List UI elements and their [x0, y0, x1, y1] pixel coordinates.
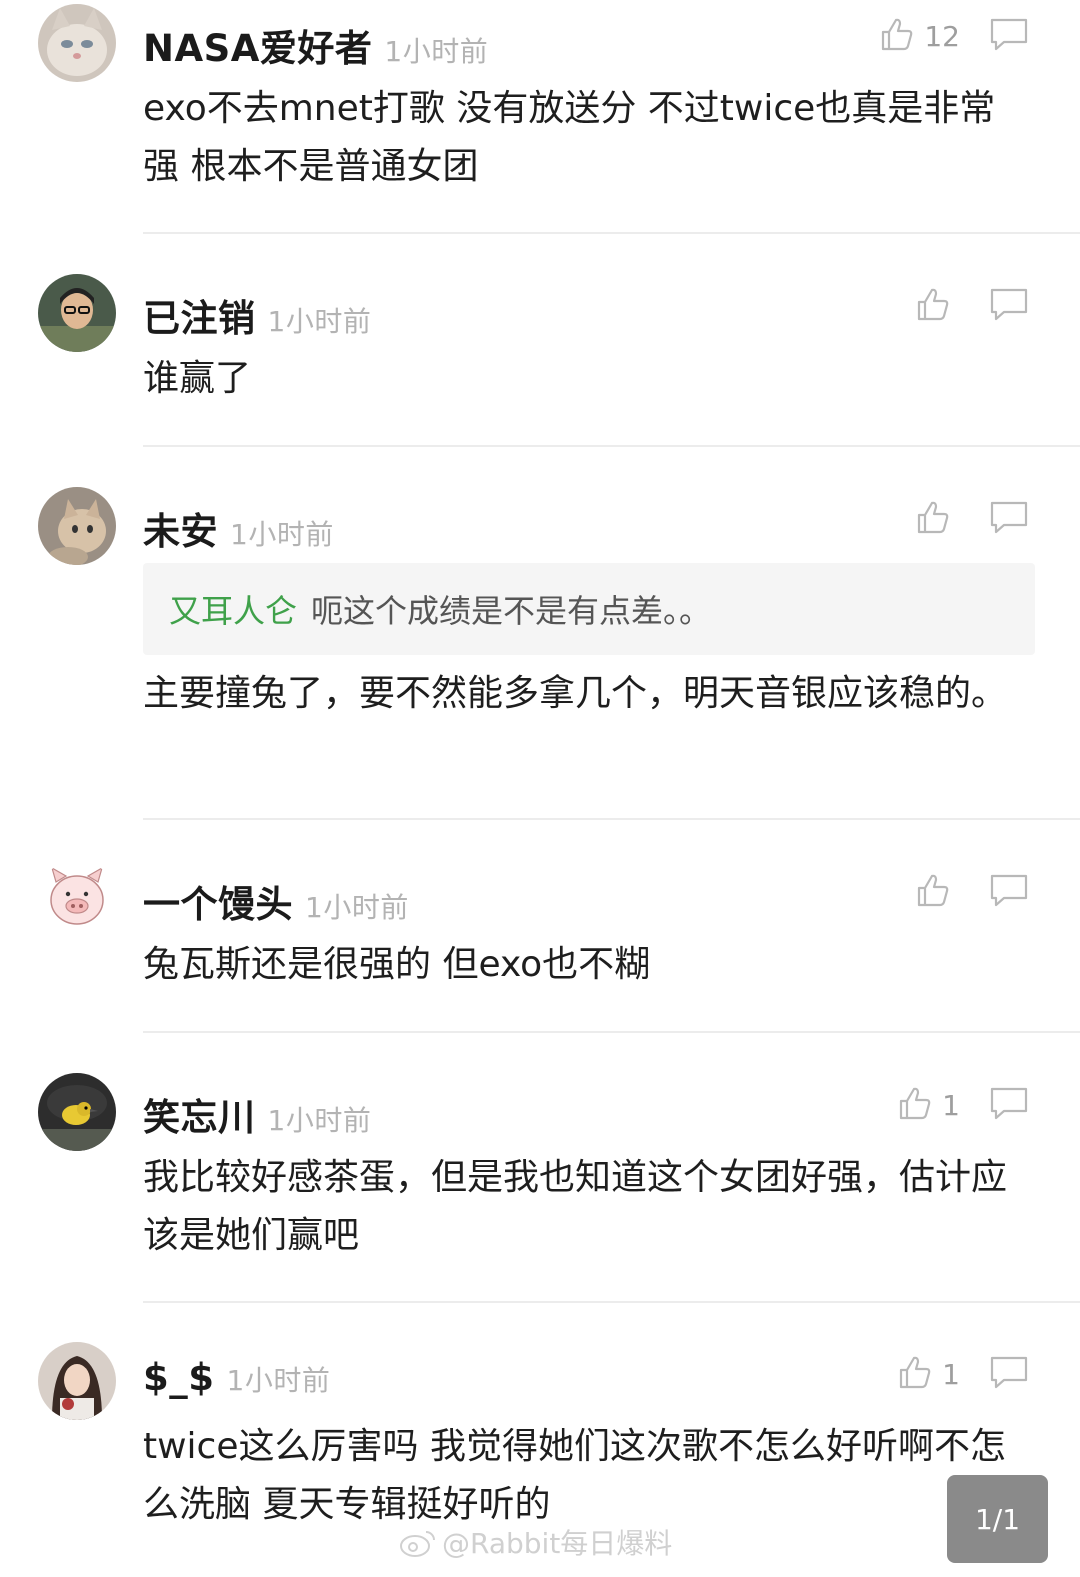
comment-time: 1小时前: [384, 35, 489, 68]
thumbs-up-icon: [912, 284, 952, 328]
comment-text: 主要撞兔了，要不然能多拿几个，明天音银应该稳的。: [143, 673, 1008, 714]
comment-bubble-icon: [988, 1087, 1030, 1126]
comment-header: NASA爱好者 1小时前: [143, 18, 488, 72]
comment-text: 谁赢了: [143, 358, 252, 399]
like-count: 1: [942, 1357, 960, 1391]
reply-button[interactable]: [988, 1353, 1030, 1395]
comment-time: 1小时前: [230, 518, 334, 551]
username[interactable]: 未安: [143, 510, 218, 553]
comment-header: 未安 1小时前: [143, 501, 334, 555]
user-avatar[interactable]: [38, 860, 116, 938]
divider: [143, 445, 1080, 447]
user-avatar[interactable]: [38, 1342, 116, 1420]
comment-bubble-icon: [988, 501, 1030, 540]
comment-bubble-icon: [988, 288, 1030, 327]
weibo-logo-icon: [400, 1531, 435, 1557]
username[interactable]: 笑忘川: [143, 1096, 256, 1139]
username[interactable]: $_$: [143, 1356, 215, 1399]
comment-actions: 1: [894, 1081, 1030, 1129]
like-button[interactable]: [912, 497, 960, 541]
watermark: @Rabbit每日爆料: [398, 1522, 672, 1562]
comment-actions: [912, 495, 1030, 543]
like-button[interactable]: 12: [876, 14, 960, 58]
comment-actions: [912, 282, 1030, 330]
user-avatar[interactable]: [38, 487, 116, 565]
page-indicator[interactable]: 1/1: [947, 1475, 1048, 1563]
bird-avatar: [38, 1073, 116, 1151]
watermark-text: @Rabbit每日爆料: [442, 1527, 673, 1560]
comment-text: 兔瓦斯还是很强的 但exo也不糊: [143, 944, 651, 985]
divider: [143, 1301, 1080, 1303]
comment-header: 一个馒头 1小时前: [143, 874, 409, 928]
user-avatar[interactable]: [38, 274, 116, 352]
like-button[interactable]: [912, 870, 960, 914]
comment-text: exo不去mnet打歌 没有放送分 不过twice也真是非常强 根本不是普通女团: [143, 88, 996, 187]
comment-time: 1小时前: [267, 1104, 372, 1137]
like-count: 12: [924, 19, 960, 53]
pig-avatar: [38, 860, 116, 938]
comment-time: 1小时前: [305, 891, 409, 924]
kitten-avatar: [38, 487, 116, 565]
quoted-text: 呃这个成绩是不是有点差。。: [311, 592, 712, 630]
comment-bubble-icon: [988, 1356, 1030, 1395]
like-button[interactable]: [912, 284, 960, 328]
username[interactable]: 已注销: [143, 297, 256, 340]
thumbs-up-icon: [894, 1083, 934, 1127]
reply-button[interactable]: [988, 1084, 1030, 1126]
username[interactable]: NASA爱好者: [143, 27, 372, 70]
thumbs-up-icon: [912, 870, 952, 914]
person-avatar: [38, 274, 116, 352]
username[interactable]: 一个馒头: [143, 883, 293, 926]
comment-bubble-icon: [988, 874, 1030, 913]
divider: [143, 1031, 1080, 1033]
cat-avatar: [38, 4, 116, 82]
quoted-author[interactable]: 又耳人仑: [169, 586, 297, 632]
reply-button[interactable]: [988, 871, 1030, 913]
like-button[interactable]: 1: [894, 1083, 960, 1127]
comment-time: 1小时前: [226, 1364, 331, 1397]
comment-actions: 12: [876, 12, 1030, 60]
comment-bubble-icon: [988, 18, 1030, 57]
thumbs-up-icon: [894, 1352, 934, 1396]
comment-header: 笑忘川 1小时前: [143, 1087, 371, 1141]
comment-header: 已注销 1小时前: [143, 288, 371, 342]
reply-button[interactable]: [988, 498, 1030, 540]
girl-avatar: [38, 1342, 116, 1420]
comment-text: twice这么厉害吗 我觉得她们这次歌不怎么好听啊不怎么洗脑 夏天专辑挺好听的: [143, 1426, 1006, 1525]
reply-button[interactable]: [988, 15, 1030, 57]
thumbs-up-icon: [876, 14, 916, 58]
like-count: 1: [942, 1088, 960, 1122]
reply-button[interactable]: [988, 285, 1030, 327]
comment-actions: 1: [894, 1350, 1030, 1398]
comment-actions: [912, 868, 1030, 916]
like-button[interactable]: 1: [894, 1352, 960, 1396]
comment-header: $_$ 1小时前: [143, 1356, 330, 1399]
divider: [143, 818, 1080, 820]
user-avatar[interactable]: [38, 1073, 116, 1151]
thumbs-up-icon: [912, 497, 952, 541]
comment-text: 我比较好感茶蛋，但是我也知道这个女团好强，估计应该是她们赢吧: [143, 1157, 1008, 1256]
comment-time: 1小时前: [267, 305, 372, 338]
divider: [143, 232, 1080, 234]
user-avatar[interactable]: [38, 4, 116, 82]
quoted-reply[interactable]: 又耳人仑 呃这个成绩是不是有点差。。: [143, 563, 1035, 655]
